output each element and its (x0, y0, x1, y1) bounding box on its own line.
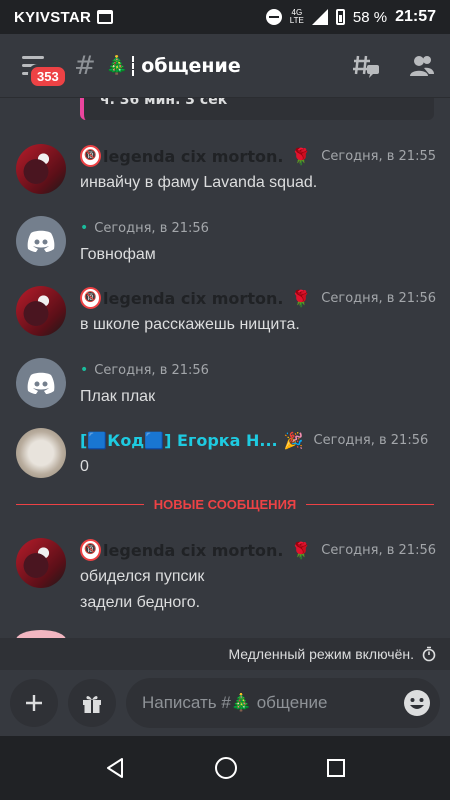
signal-icon (311, 9, 328, 25)
clock: 21:57 (395, 8, 436, 25)
slow-mode-text: Медленный режим включён. (228, 646, 414, 662)
add-attachment-button[interactable] (10, 679, 58, 727)
avatar[interactable] (16, 358, 66, 408)
threads-icon[interactable] (352, 52, 380, 80)
gift-icon (83, 696, 101, 713)
rose-icon: 🌹 (291, 146, 312, 166)
timestamp: Сегодня, в 21:56 (321, 290, 436, 306)
channel-emoji: 🎄 (105, 55, 129, 76)
battery-percent: 58 % (352, 8, 388, 26)
partial-avatar (16, 630, 66, 638)
timestamp: Сегодня, в 21:56 (313, 432, 429, 448)
new-messages-divider: НОВЫЕ СООБЩЕНИЯ (16, 494, 434, 514)
age-restriction-icon: 🔞 (80, 287, 102, 309)
avatar[interactable] (16, 538, 66, 588)
message-input[interactable] (142, 693, 402, 713)
message-text: Плак плак (80, 388, 156, 405)
rose-icon: 🌹 (291, 540, 312, 560)
avatar[interactable] (16, 144, 66, 194)
author-name[interactable]: legenda cix morton... (103, 289, 285, 308)
age-restriction-icon: 🔞 (80, 539, 102, 561)
do-not-disturb-icon (265, 9, 282, 25)
pinned-message-preview[interactable]: ч. 36 мин. 3 сек (80, 98, 434, 120)
back-icon[interactable] (103, 756, 127, 780)
author-name[interactable]: [🟦Код🟦] Егорка Н... (80, 431, 278, 450)
system-navigation-bar (0, 736, 450, 800)
timestamp: Сегодня, в 21:56 (94, 220, 209, 236)
message-list[interactable]: ч. 36 мин. 3 сек 🔞 legenda cix morton...… (0, 98, 450, 638)
message-text: в школе расскажешь нищита. (80, 316, 300, 333)
calendar-icon (97, 10, 114, 24)
status-bar: KYIVSTAR 4G LTE 58 % 21:57 (0, 0, 450, 34)
timestamp: Сегодня, в 21:56 (321, 542, 436, 558)
message-text: задели бедного. (80, 594, 201, 611)
message-text: 0 (80, 458, 89, 475)
channel-name: общение (141, 54, 241, 77)
username-dot: • (80, 220, 89, 236)
party-popper-icon: 🎉 (283, 430, 304, 450)
avatar[interactable] (16, 286, 66, 336)
network-type-icon: 4G LTE (289, 8, 304, 25)
message-text: инвайчу в фаму Lavanda squad. (80, 174, 318, 191)
slow-mode-banner: Медленный режим включён. (0, 638, 450, 670)
username-dot: • (80, 362, 89, 378)
new-messages-label: НОВЫЕ СООБЩЕНИЯ (153, 496, 297, 512)
message-input-wrapper[interactable] (126, 678, 440, 728)
author-name[interactable]: legenda cix morton... (103, 541, 285, 560)
timestamp: Сегодня, в 21:55 (321, 148, 436, 164)
discord-logo-icon (27, 230, 55, 252)
unread-badge: 353 (28, 63, 68, 89)
plus-icon (26, 695, 42, 711)
avatar[interactable] (16, 428, 66, 478)
channel-separator (132, 55, 135, 76)
home-icon[interactable] (213, 755, 239, 781)
timestamp: Сегодня, в 21:56 (94, 362, 209, 378)
battery-icon (335, 9, 345, 25)
author-name[interactable]: legenda cix morton... (103, 147, 285, 166)
message-text: Говнофам (80, 246, 156, 263)
discord-logo-icon (27, 372, 55, 394)
age-restriction-icon: 🔞 (80, 145, 102, 167)
hash-icon: # (74, 50, 96, 81)
timer-icon (422, 646, 436, 662)
rose-icon: 🌹 (291, 288, 312, 308)
message-composer (0, 672, 450, 734)
gift-button[interactable] (68, 679, 116, 727)
recent-apps-icon[interactable] (325, 757, 347, 779)
emoji-icon[interactable] (402, 688, 432, 718)
avatar[interactable] (16, 216, 66, 266)
pinned-text: ч. 36 мин. 3 сек (100, 98, 228, 108)
channel-header: 353 # 🎄 общение (0, 34, 450, 98)
menu-button[interactable]: 353 (14, 46, 68, 89)
message-text: обиделся пупсик (80, 568, 205, 585)
members-icon[interactable] (408, 52, 436, 80)
carrier-name: KYIVSTAR (14, 8, 92, 26)
